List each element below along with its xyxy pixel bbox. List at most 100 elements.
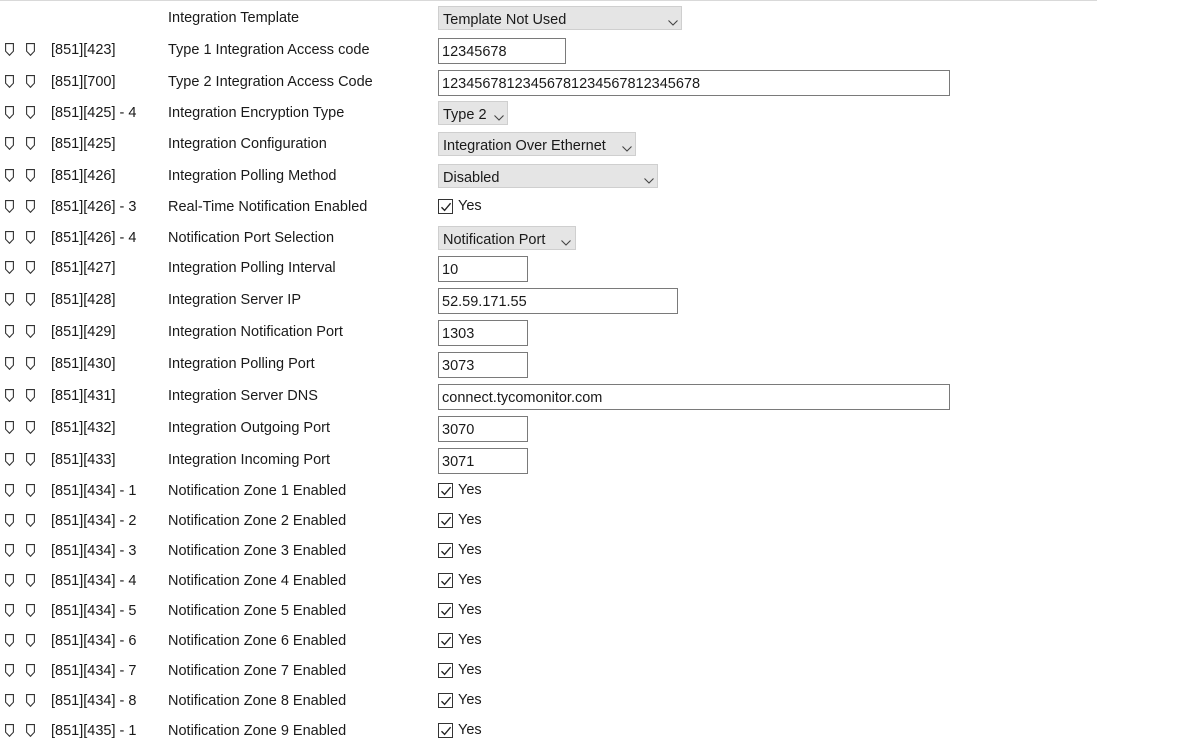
flag-icon[interactable] bbox=[5, 75, 14, 88]
setting-17-checkbox[interactable] bbox=[438, 542, 453, 558]
setting-row: [851][434] - 1 Notification Zone 1 Enable… bbox=[0, 479, 1100, 503]
flag-icon[interactable] bbox=[5, 514, 14, 527]
section-code: [851][423] bbox=[51, 42, 116, 58]
setting-23-checkbox-field[interactable]: Yes bbox=[438, 722, 482, 738]
setting-15-checkbox-field[interactable]: Yes bbox=[438, 482, 482, 498]
setting-4-select[interactable]: Integration Over Ethernet bbox=[438, 132, 636, 156]
flag-icon[interactable] bbox=[5, 200, 14, 213]
flag-icon[interactable] bbox=[26, 169, 35, 182]
setting-label: Notification Zone 2 Enabled bbox=[168, 513, 347, 529]
flag-icon[interactable] bbox=[5, 293, 14, 306]
setting-2-input[interactable]: 12345678123456781234567812345678 bbox=[438, 70, 950, 96]
flag-icon[interactable] bbox=[5, 664, 14, 677]
setting-11-input[interactable]: 3073 bbox=[438, 352, 528, 378]
flag-icon[interactable] bbox=[5, 634, 14, 647]
flag-icon[interactable] bbox=[26, 514, 35, 527]
flag-icon[interactable] bbox=[26, 293, 35, 306]
setting-5-select[interactable]: Disabled bbox=[438, 164, 658, 188]
section-code: [851][429] bbox=[51, 324, 116, 340]
flag-icon[interactable] bbox=[26, 484, 35, 497]
setting-row: [851][434] - 5 Notification Zone 5 Enable… bbox=[0, 599, 1100, 623]
setting-10-input[interactable]: 1303 bbox=[438, 320, 528, 346]
flag-icon[interactable] bbox=[26, 604, 35, 617]
setting-15-checkbox[interactable] bbox=[438, 482, 453, 498]
flag-icon[interactable] bbox=[5, 484, 14, 497]
flag-icon[interactable] bbox=[26, 137, 35, 150]
flag-icon[interactable] bbox=[5, 421, 14, 434]
flag-icon[interactable] bbox=[26, 106, 35, 119]
flag-icon[interactable] bbox=[26, 664, 35, 677]
setting-16-checkbox-field[interactable]: Yes bbox=[438, 512, 482, 528]
setting-22-checkbox-label: Yes bbox=[458, 692, 482, 708]
flag-icon[interactable] bbox=[26, 357, 35, 370]
flag-icon[interactable] bbox=[5, 325, 14, 338]
setting-17-checkbox-field[interactable]: Yes bbox=[438, 542, 482, 558]
setting-7-select[interactable]: Notification Port bbox=[438, 226, 576, 250]
setting-13-input[interactable]: 3070 bbox=[438, 416, 528, 442]
setting-7-select-value: Notification Port bbox=[443, 232, 546, 248]
integration-template-select[interactable]: Template Not Used bbox=[438, 6, 682, 30]
setting-18-checkbox-field[interactable]: Yes bbox=[438, 572, 482, 588]
flag-icon[interactable] bbox=[5, 544, 14, 557]
flag-icon[interactable] bbox=[5, 169, 14, 182]
setting-22-checkbox-field[interactable]: Yes bbox=[438, 692, 482, 708]
setting-19-checkbox[interactable] bbox=[438, 602, 453, 618]
flag-icon[interactable] bbox=[26, 231, 35, 244]
setting-23-checkbox[interactable] bbox=[438, 722, 453, 738]
setting-1-input[interactable]: 12345678 bbox=[438, 38, 566, 64]
flag-icon[interactable] bbox=[5, 357, 14, 370]
setting-21-checkbox-field[interactable]: Yes bbox=[438, 662, 482, 678]
setting-16-checkbox[interactable] bbox=[438, 512, 453, 528]
flag-icon[interactable] bbox=[5, 453, 14, 466]
setting-15-checkbox-label: Yes bbox=[458, 482, 482, 498]
flag-icon[interactable] bbox=[26, 453, 35, 466]
flag-icon[interactable] bbox=[5, 137, 14, 150]
chevron-down-icon bbox=[561, 234, 571, 250]
setting-label: Type 1 Integration Access code bbox=[168, 42, 370, 58]
setting-row: [851][434] - 4 Notification Zone 4 Enable… bbox=[0, 569, 1100, 593]
flag-icon[interactable] bbox=[5, 106, 14, 119]
section-code: [851][428] bbox=[51, 292, 116, 308]
flag-icon[interactable] bbox=[26, 261, 35, 274]
flag-icon[interactable] bbox=[26, 694, 35, 707]
flag-icon[interactable] bbox=[5, 231, 14, 244]
flag-icon[interactable] bbox=[26, 325, 35, 338]
flag-icon[interactable] bbox=[26, 75, 35, 88]
flag-icon[interactable] bbox=[5, 43, 14, 56]
flag-icon[interactable] bbox=[5, 574, 14, 587]
flag-icon[interactable] bbox=[26, 544, 35, 557]
setting-20-checkbox[interactable] bbox=[438, 632, 453, 648]
setting-14-input[interactable]: 3071 bbox=[438, 448, 528, 474]
setting-22-checkbox[interactable] bbox=[438, 692, 453, 708]
flag-icon[interactable] bbox=[5, 724, 14, 737]
setting-9-input[interactable]: 52.59.171.55 bbox=[438, 288, 678, 314]
setting-8-input[interactable]: 10 bbox=[438, 256, 528, 282]
setting-18-checkbox[interactable] bbox=[438, 572, 453, 588]
flag-icon[interactable] bbox=[5, 389, 14, 402]
setting-6-checkbox[interactable] bbox=[438, 198, 453, 214]
setting-row: [851][425] - 4 Integration Encryption Typ… bbox=[0, 101, 1100, 125]
setting-6-checkbox-field[interactable]: Yes bbox=[438, 198, 482, 214]
flag-icon[interactable] bbox=[26, 634, 35, 647]
setting-label: Integration Configuration bbox=[168, 136, 327, 152]
section-code: [851][434] - 4 bbox=[51, 573, 137, 589]
flag-icon[interactable] bbox=[26, 421, 35, 434]
flag-icon[interactable] bbox=[5, 261, 14, 274]
flag-icon[interactable] bbox=[5, 694, 14, 707]
setting-label: Notification Port Selection bbox=[168, 230, 335, 246]
setting-12-input[interactable]: connect.tycomonitor.com bbox=[438, 384, 950, 410]
setting-label: Integration Server IP bbox=[168, 292, 301, 308]
section-code: [851][430] bbox=[51, 356, 116, 372]
setting-3-select[interactable]: Type 2 bbox=[438, 101, 508, 125]
section-code: [851][427] bbox=[51, 260, 116, 276]
setting-20-checkbox-field[interactable]: Yes bbox=[438, 632, 482, 648]
section-code: [851][434] - 2 bbox=[51, 513, 137, 529]
flag-icon[interactable] bbox=[26, 43, 35, 56]
setting-21-checkbox[interactable] bbox=[438, 662, 453, 678]
flag-icon[interactable] bbox=[5, 604, 14, 617]
flag-icon[interactable] bbox=[26, 389, 35, 402]
flag-icon[interactable] bbox=[26, 574, 35, 587]
flag-icon[interactable] bbox=[26, 724, 35, 737]
setting-19-checkbox-field[interactable]: Yes bbox=[438, 602, 482, 618]
flag-icon[interactable] bbox=[26, 200, 35, 213]
